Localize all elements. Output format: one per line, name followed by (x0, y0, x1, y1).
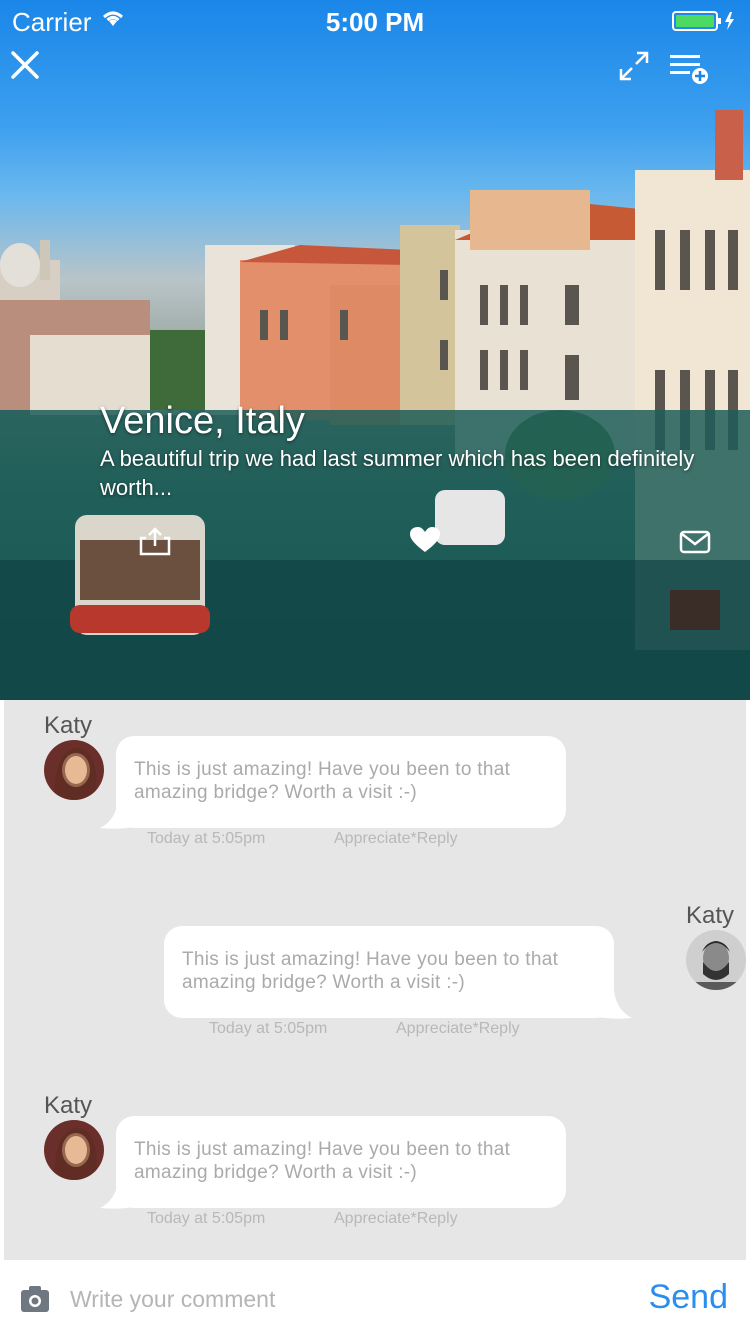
comment-timestamp: Today at 5:05pm (147, 1210, 266, 1227)
avatar[interactable] (44, 1120, 104, 1180)
status-bar: Carrier 5:00 PM (0, 0, 750, 40)
hero-image: Carrier 5:00 PM Venice, Italy A beautifu… (0, 0, 750, 700)
post-description: A beautiful trip we had last summer whic… (100, 446, 695, 500)
comments-list[interactable]: Katy This is just amazing! Have you been… (4, 700, 746, 1260)
post-title: Venice, Italy (100, 400, 305, 442)
venice-photo (0, 110, 750, 700)
comment-bubble: This is just amazing! Have you been to t… (116, 736, 566, 828)
comment-author[interactable]: Katy (686, 902, 734, 930)
avatar[interactable] (686, 930, 746, 990)
comment-author[interactable]: Katy (44, 1092, 92, 1120)
comment-input[interactable]: Write your comment (70, 1286, 275, 1313)
comment-actions[interactable]: Appreciate*Reply (396, 1020, 520, 1038)
comment-bubble: This is just amazing! Have you been to t… (164, 926, 614, 1018)
share-icon[interactable] (138, 526, 172, 561)
add-to-list-icon[interactable] (668, 52, 710, 91)
comment-composer: Write your comment Send (0, 1260, 750, 1334)
mail-icon[interactable] (679, 530, 711, 559)
comment-bubble: This is just amazing! Have you been to t… (116, 1116, 566, 1208)
comment-text: This is just amazing! Have you been to t… (182, 949, 559, 993)
comment-actions[interactable]: Appreciate*Reply (334, 830, 458, 848)
comment-timestamp: Today at 5:05pm (147, 830, 266, 847)
expand-icon[interactable] (618, 50, 650, 87)
comment-actions[interactable]: Appreciate*Reply (334, 1210, 458, 1228)
comment-text: This is just amazing! Have you been to t… (134, 1139, 511, 1183)
clock: 5:00 PM (325, 7, 425, 37)
comment-text: This is just amazing! Have you been to t… (134, 759, 511, 803)
comment-timestamp: Today at 5:05pm (209, 1020, 328, 1037)
avatar[interactable] (44, 740, 104, 800)
battery-icon (672, 10, 738, 37)
close-icon[interactable] (10, 50, 40, 85)
camera-icon[interactable] (20, 1285, 50, 1318)
comment-author[interactable]: Katy (44, 712, 92, 740)
heart-icon[interactable] (409, 526, 441, 559)
send-button[interactable]: Send (649, 1278, 728, 1317)
